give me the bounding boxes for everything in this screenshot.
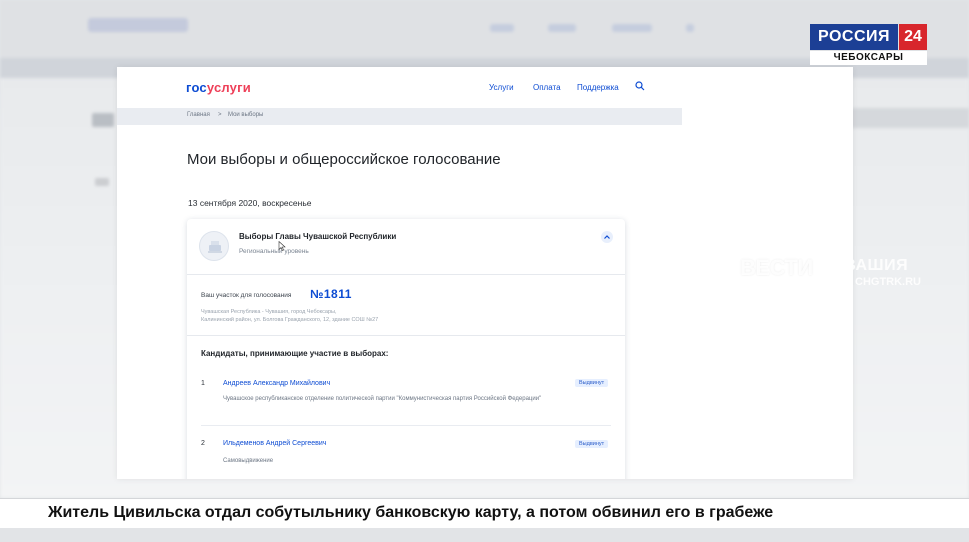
channel-city: ЧЕБОКСАРЫ <box>810 51 927 65</box>
channel-name: РОССИЯ <box>810 24 898 50</box>
page-title: Мои выборы и общероссийское голосование <box>187 151 501 168</box>
election-level: Региональный уровень <box>239 248 309 255</box>
candidates-heading: Кандидаты, принимающие участие в выборах… <box>201 349 389 358</box>
breadcrumb-separator: > <box>218 112 222 118</box>
background-mark <box>95 178 109 186</box>
card-divider <box>187 335 625 336</box>
election-title[interactable]: Выборы Главы Чувашской Республики <box>239 232 396 241</box>
candidate-party: Самовыдвижение <box>223 458 274 464</box>
precinct-address-line1: Чувашская Республика - Чувашия, город Че… <box>201 309 337 315</box>
ticker-headline: Житель Цивильска отдал собутыльнику банк… <box>48 504 774 521</box>
candidate-number: 2 <box>201 440 205 447</box>
background-nav-item <box>548 24 576 32</box>
candidate-number: 1 <box>201 380 205 387</box>
search-icon[interactable] <box>635 81 645 91</box>
candidate-divider <box>201 425 611 426</box>
nav-services[interactable]: Услуги <box>489 83 514 92</box>
background-title <box>92 113 114 127</box>
breadcrumb-current: Мои выборы <box>228 112 264 118</box>
candidate-name[interactable]: Андреев Александр Михайлович <box>223 380 330 387</box>
logo-part-gos: гос <box>186 80 207 95</box>
election-date: 13 сентября 2020, воскресенье <box>188 198 312 208</box>
background-nav-item <box>612 24 652 32</box>
candidate-name[interactable]: Ильдеменов Андрей Сергеевич <box>223 440 326 447</box>
logo-part-uslugi: услуги <box>206 80 251 95</box>
precinct-number: №1811 <box>310 287 352 301</box>
watermark-region: ЧУВАШИЯ <box>822 257 909 274</box>
background-nav-item <box>686 24 694 32</box>
status-badge: Выдвинут <box>575 440 609 448</box>
emblem-icon <box>199 231 229 261</box>
candidate-party: Чувашское республиканское отделение поли… <box>223 396 542 402</box>
watermark-brand: ВЕСТИ <box>740 255 813 280</box>
channel-logo: РОССИЯ 24 ЧЕБОКСАРЫ <box>810 24 927 66</box>
mouse-cursor-icon <box>278 241 286 251</box>
breadcrumb: Главная > Мои выборы <box>117 108 682 125</box>
precinct-address-line2: Калининский район, ул. Болгова Гражданск… <box>201 317 379 323</box>
card-divider <box>187 274 625 275</box>
precinct-label: Ваш участок для голосования <box>201 292 292 299</box>
nav-payment[interactable]: Оплата <box>533 83 561 92</box>
bottom-strip <box>0 528 969 542</box>
breadcrumb-home[interactable]: Главная <box>187 112 210 118</box>
news-ticker: Житель Цивильска отдал собутыльнику банк… <box>0 498 969 528</box>
election-card: Выборы Главы Чувашской Республики Регион… <box>187 219 625 479</box>
nav-support[interactable]: Поддержка <box>577 83 619 92</box>
channel-number: 24 <box>899 24 927 50</box>
site-header: госуслуги Услуги Оплата Поддержка <box>117 67 853 107</box>
chevron-up-icon[interactable] <box>601 231 613 243</box>
site-logo[interactable]: госуслуги <box>186 80 251 95</box>
background-logo <box>88 18 188 32</box>
watermark-site: CHGTRK.RU <box>855 276 921 288</box>
background-nav-item <box>490 24 514 32</box>
status-badge: Выдвинут <box>575 379 609 387</box>
